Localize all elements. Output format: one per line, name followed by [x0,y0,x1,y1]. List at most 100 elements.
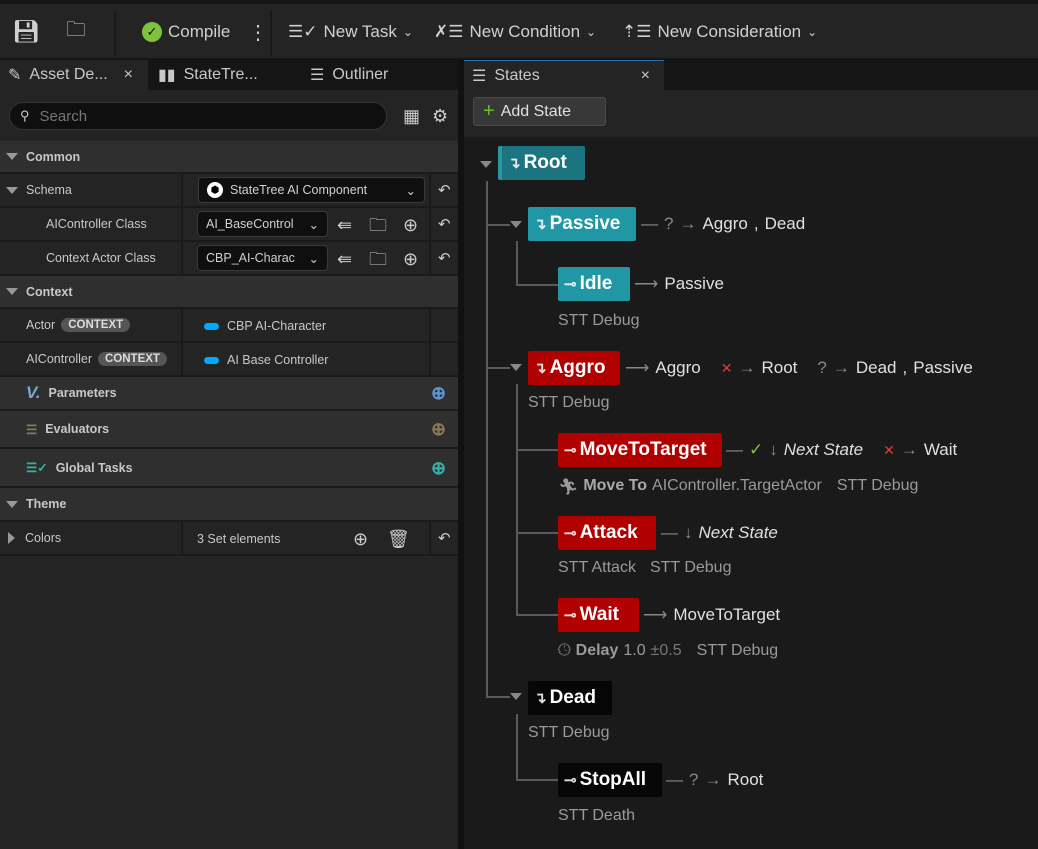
table-view-icon[interactable]: ▦ [403,107,420,125]
task-label: Move To [583,477,648,494]
section-common[interactable]: Common [0,141,458,174]
search-input[interactable]: ⚲ Search [9,102,387,130]
use-selected-icon[interactable]: ⇚ [337,250,352,268]
add-evaluator-icon[interactable]: ⊕ [431,420,446,438]
task-label: STT Debug [528,394,610,411]
aicontroller-row: AIController CONTEXT AI Base Controller [0,343,458,377]
close-icon[interactable]: × [124,66,133,84]
add-parameter-icon[interactable]: ⊕ [431,384,446,402]
value-text: AI Base Controller [227,353,329,367]
movetotarget-tasks: 🏃︎ Move To AIController.TargetActor STT Deb… [558,477,918,497]
add-element-icon[interactable]: ⊕ [353,530,368,548]
reset-icon[interactable]: ↶ [438,216,451,234]
reset-icon[interactable]: ↶ [438,182,451,200]
subtree-icon: ↴ [534,690,547,707]
section-parameters[interactable]: V. Parameters ⊕ [0,377,458,411]
compile-button[interactable]: ✓ Compile [142,8,230,56]
property-label: Colors [25,531,62,545]
schema-select[interactable]: ⬢ StateTree AI Component ⌄ [198,177,425,203]
trash-icon[interactable]: 🗑︎ [387,530,410,548]
add-icon[interactable]: ⊕ [403,250,418,268]
expand-icon [6,153,18,160]
select-value: CBP_AI-Charac [206,251,295,265]
tab-asset-details[interactable]: ✎ Asset De... × [0,60,148,90]
section-global-tasks[interactable]: ☰✓ Global Tasks ⊕ [0,449,458,488]
add-state-label: Add State [500,102,571,120]
state-idle[interactable]: ⊸ Idle [558,267,630,301]
collapse-dead-icon[interactable] [510,693,522,700]
tab-statetree[interactable]: ▮▮ StateTre... [150,60,300,90]
colors-row: Colors 3 Set elements ⊕ 🗑︎ ↶ [0,522,458,556]
chevron-down-icon: ⌄ [586,25,597,39]
transition-target: Root [727,770,764,789]
use-selected-icon[interactable]: ⇚ [337,216,352,234]
state-aggro[interactable]: ↴ Aggro [528,351,620,385]
new-consideration-button[interactable]: ⇡☰ New Consideration ⌄ [622,8,817,56]
compile-success-icon: ✓ [142,22,162,42]
tab-label: Outliner [332,66,389,83]
collapse-passive-icon[interactable] [510,221,522,228]
save-button[interactable]: 💾︎ [12,8,40,56]
state-passive[interactable]: ↴ Passive [528,207,636,241]
tab-states[interactable]: ☰ States × [464,60,664,90]
add-state-button[interactable]: + Add State [473,97,606,126]
new-task-label: New Task [323,22,397,41]
search-placeholder: Search [39,107,88,125]
select-value: AI_BaseControl [206,217,294,231]
consideration-icon: ⇡☰ [622,22,652,41]
section-evaluators[interactable]: ☰ Evaluators ⊕ [0,411,458,449]
wait-tasks: 🕓︎ Delay 1.0 ±0.5 STT Debug [558,642,778,660]
object-pin-icon [204,322,219,330]
task-icon: ☰✓ [288,22,318,41]
task-label: STT Debug [558,312,640,329]
component-icon: ⬢ [207,182,223,198]
idle-transitions: ⟶ Passive [634,274,724,293]
state-label: Root [523,152,567,173]
section-context[interactable]: Context [0,276,458,309]
parameters-icon: V. [26,383,41,402]
tab-outliner[interactable]: ☰ Outliner [302,60,452,90]
chevron-down-icon: ⌄ [308,217,319,232]
leaf-icon: ⊸ [564,525,577,542]
state-label: Wait [579,604,619,625]
new-task-button[interactable]: ☰✓ New Task ⌄ [288,8,413,56]
passive-transitions: —? → Aggro, Dead [641,214,806,233]
search-icon: ⚲ [20,108,30,123]
expand-icon[interactable] [8,532,15,544]
tab-label: StateTre... [183,66,258,83]
compile-options-button[interactable]: ⋮ [248,8,268,56]
task-label: STT Death [558,807,636,824]
delay-value: 1.0 [623,642,646,659]
aicontroller-class-select[interactable]: AI_BaseControl ⌄ [197,211,328,237]
collapse-root-icon[interactable] [480,161,492,168]
state-root[interactable]: ↴ Root [498,146,585,180]
task-label: STT Debug [836,477,919,494]
state-dead[interactable]: ↴ Dead [528,681,612,715]
collapse-aggro-icon[interactable] [510,364,522,371]
gear-icon[interactable]: ⚙ [432,107,448,125]
state-attack[interactable]: ⊸ Attack [558,516,656,550]
context-actor-class-select[interactable]: CBP_AI-Charac ⌄ [197,245,328,271]
section-label: Theme [26,497,67,511]
state-stopall[interactable]: ⊸ StopAll [558,763,662,797]
expand-icon[interactable] [6,186,18,194]
reset-icon[interactable]: ↶ [438,530,451,548]
chevron-down-icon: ⌄ [405,183,416,198]
context-actor-class-row: Context Actor Class CBP_AI-Charac ⌄ ⇚ 🗀 ⊕ ↶ [0,242,458,276]
state-wait[interactable]: ⊸ Wait [558,598,639,632]
add-global-task-icon[interactable]: ⊕ [431,459,446,477]
state-label: Passive [549,213,621,234]
reset-icon[interactable]: ↶ [438,250,451,268]
section-theme[interactable]: Theme [0,488,458,522]
browse-icon[interactable]: 🗀 [369,216,387,234]
close-icon[interactable]: × [641,67,650,85]
browse-icon[interactable]: 🗀 [369,250,387,268]
state-movetotarget[interactable]: ⊸ MoveToTarget [558,433,722,467]
add-icon[interactable]: ⊕ [403,216,418,234]
leaf-icon: ⊸ [564,772,577,789]
browse-button[interactable]: 🗀 [66,8,86,56]
section-label: Context [26,284,73,299]
new-condition-button[interactable]: ✗☰ New Condition ⌄ [434,8,596,56]
delay-deviation: ±0.5 [650,642,682,659]
task-label: STT Debug [528,724,610,741]
